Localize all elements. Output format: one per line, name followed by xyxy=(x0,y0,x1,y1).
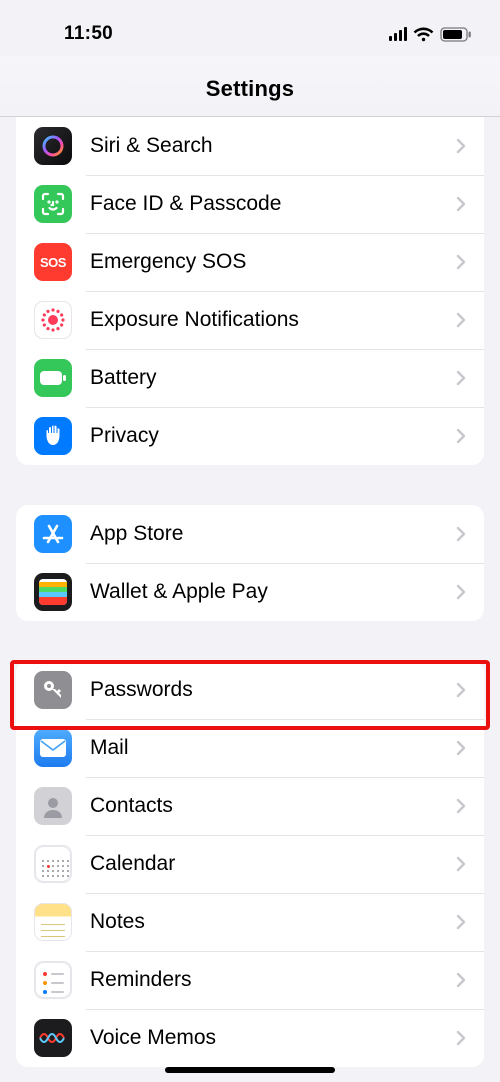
settings-row-sos[interactable]: SOS Emergency SOS xyxy=(16,233,484,291)
key-icon xyxy=(34,671,72,709)
voicememo-icon xyxy=(34,1019,72,1057)
chevron-right-icon xyxy=(456,138,466,154)
settings-row-wallet[interactable]: Wallet & Apple Pay xyxy=(16,563,484,621)
privacy-hand-icon xyxy=(34,417,72,455)
chevron-right-icon xyxy=(456,312,466,328)
settings-group: App Store Wallet & Apple Pay xyxy=(16,505,484,621)
chevron-right-icon xyxy=(456,428,466,444)
settings-header: Settings xyxy=(0,56,500,117)
settings-row-label: Privacy xyxy=(90,424,159,448)
calendar-icon xyxy=(34,845,72,883)
settings-row-siri[interactable]: Siri & Search xyxy=(16,117,484,175)
settings-row-label: Contacts xyxy=(90,794,173,818)
settings-row-label: Reminders xyxy=(90,968,192,992)
contacts-icon xyxy=(34,787,72,825)
settings-row-label: Wallet & Apple Pay xyxy=(90,580,268,604)
wallet-icon xyxy=(34,573,72,611)
settings-row-label: Emergency SOS xyxy=(90,250,246,274)
battery-icon xyxy=(34,359,72,397)
chevron-right-icon xyxy=(456,972,466,988)
settings-row-exposure[interactable]: Exposure Notifications xyxy=(16,291,484,349)
settings-row-contacts[interactable]: Contacts xyxy=(16,777,484,835)
home-indicator[interactable] xyxy=(165,1067,335,1073)
settings-row-mail[interactable]: Mail xyxy=(16,719,484,777)
cellular-icon xyxy=(389,27,408,41)
chevron-right-icon xyxy=(456,1030,466,1046)
chevron-right-icon xyxy=(456,370,466,386)
settings-row-label: Face ID & Passcode xyxy=(90,192,281,216)
settings-row-faceid[interactable]: Face ID & Passcode xyxy=(16,175,484,233)
settings-row-appstore[interactable]: App Store xyxy=(16,505,484,563)
chevron-right-icon xyxy=(456,584,466,600)
exposure-icon xyxy=(34,301,72,339)
settings-list[interactable]: Siri & Search Face ID & Passcode SOS Emerge… xyxy=(0,117,500,1067)
settings-row-label: Passwords xyxy=(90,678,193,702)
page-title: Settings xyxy=(0,76,500,102)
settings-group: Siri & Search Face ID & Passcode SOS Emerge… xyxy=(16,117,484,465)
chevron-right-icon xyxy=(456,798,466,814)
settings-row-calendar[interactable]: Calendar xyxy=(16,835,484,893)
settings-row-label: Voice Memos xyxy=(90,1026,216,1050)
settings-group: Passwords Mail Contacts Calendar Notes Remind… xyxy=(16,661,484,1067)
status-indicators xyxy=(389,27,473,42)
settings-row-label: Battery xyxy=(90,366,157,390)
settings-row-privacy[interactable]: Privacy xyxy=(16,407,484,465)
status-time: 11:50 xyxy=(28,23,113,45)
settings-row-label: Calendar xyxy=(90,852,175,876)
settings-row-voicememos[interactable]: Voice Memos xyxy=(16,1009,484,1067)
sos-icon: SOS xyxy=(34,243,72,281)
faceid-icon xyxy=(34,185,72,223)
chevron-right-icon xyxy=(456,856,466,872)
mail-icon xyxy=(34,729,72,767)
settings-row-battery[interactable]: Battery xyxy=(16,349,484,407)
appstore-icon xyxy=(34,515,72,553)
chevron-right-icon xyxy=(456,254,466,270)
battery-status-icon xyxy=(440,27,472,42)
reminders-icon xyxy=(34,961,72,999)
settings-row-label: Exposure Notifications xyxy=(90,308,299,332)
wifi-icon xyxy=(413,27,434,42)
chevron-right-icon xyxy=(456,196,466,212)
settings-row-label: Siri & Search xyxy=(90,134,213,158)
status-bar: 11:50 xyxy=(0,0,500,56)
settings-row-notes[interactable]: Notes xyxy=(16,893,484,951)
settings-row-label: Mail xyxy=(90,736,129,760)
settings-row-label: Notes xyxy=(90,910,145,934)
settings-row-passwords[interactable]: Passwords xyxy=(16,661,484,719)
notes-icon xyxy=(34,903,72,941)
chevron-right-icon xyxy=(456,914,466,930)
chevron-right-icon xyxy=(456,740,466,756)
chevron-right-icon xyxy=(456,682,466,698)
siri-icon xyxy=(34,127,72,165)
settings-row-label: App Store xyxy=(90,522,183,546)
settings-row-reminders[interactable]: Reminders xyxy=(16,951,484,1009)
chevron-right-icon xyxy=(456,526,466,542)
